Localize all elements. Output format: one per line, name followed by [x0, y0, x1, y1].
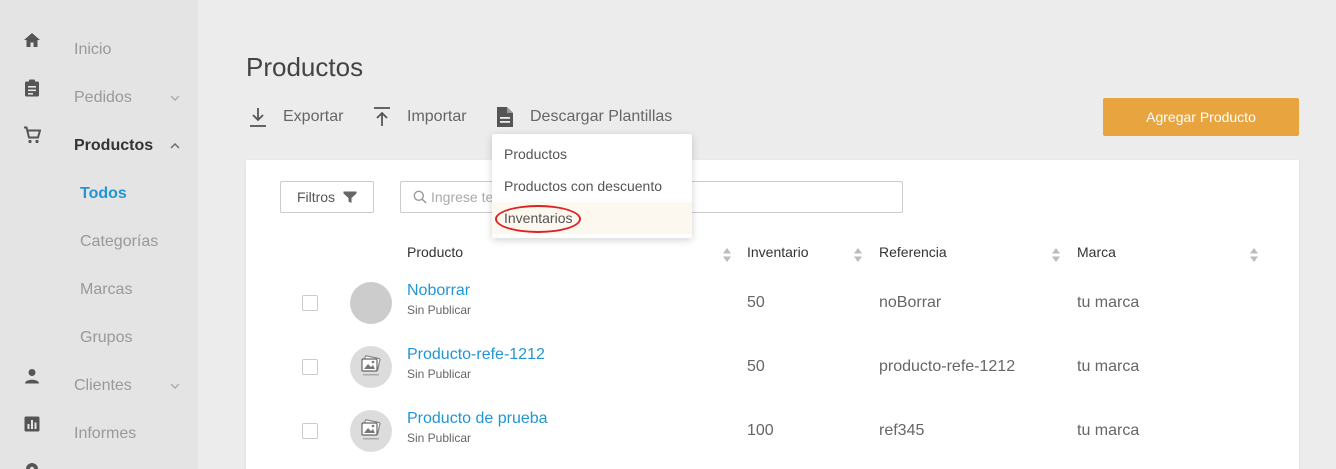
product-name-link[interactable]: Producto de prueba	[407, 410, 548, 428]
product-status: Sin Publicar	[407, 431, 472, 445]
product-thumbnail	[350, 282, 392, 324]
sidebar-item-informes[interactable]: Informes	[0, 404, 198, 444]
table-row: Noborrar Sin Publicar 50 noBorrar tu mar…	[246, 271, 1299, 335]
filters-button[interactable]: Filtros	[280, 181, 374, 213]
brand-cell: tu marca	[1077, 422, 1140, 439]
add-product-button[interactable]: Agregar Producto	[1103, 98, 1299, 136]
report-icon	[22, 414, 42, 434]
sidebar-item-pedidos[interactable]: Pedidos	[0, 68, 198, 108]
inventory-cell: 50	[747, 358, 765, 375]
download-templates-label: Descargar Plantillas	[530, 108, 673, 125]
brand-cell: tu marca	[1077, 358, 1140, 375]
import-button[interactable]: Importar	[371, 104, 467, 130]
product-name-link[interactable]: Noborrar	[407, 282, 470, 300]
sidebar: Inicio Pedidos Productos Todos Categoría…	[0, 0, 198, 469]
sidebar-subitem-todos[interactable]: Todos	[80, 185, 127, 203]
import-label: Importar	[407, 108, 467, 125]
sort-icon[interactable]	[722, 247, 732, 263]
sidebar-item-label: Informes	[74, 425, 137, 442]
sidebar-subitem-grupos[interactable]: Grupos	[80, 329, 132, 347]
sidebar-item-label: Pedidos	[74, 89, 132, 106]
chevron-down-icon	[168, 91, 182, 105]
brand-cell: tu marca	[1077, 294, 1140, 311]
sidebar-item-label: Productos	[74, 137, 154, 154]
sort-icon[interactable]	[853, 247, 863, 263]
product-name-link[interactable]: Producto-refe-1212	[407, 346, 545, 364]
document-icon	[494, 105, 516, 129]
sidebar-item-productos[interactable]: Productos	[0, 116, 198, 156]
reference-cell: noBorrar	[879, 294, 942, 311]
sidebar-subitem-categorias[interactable]: Categorías	[80, 233, 158, 251]
column-header-inventario[interactable]: Inventario	[747, 244, 808, 260]
home-icon	[22, 30, 42, 50]
chevron-down-icon	[168, 379, 182, 393]
clipboard-icon	[22, 78, 42, 98]
row-checkbox[interactable]	[302, 423, 318, 439]
sidebar-item-label: Clientes	[74, 377, 132, 394]
row-checkbox[interactable]	[302, 295, 318, 311]
product-status: Sin Publicar	[407, 303, 472, 317]
column-header-marca[interactable]: Marca	[1077, 244, 1116, 260]
image-placeholder-icon	[350, 346, 392, 388]
reference-cell: producto-refe-1212	[879, 358, 1016, 375]
download-templates-button[interactable]: Descargar Plantillas	[494, 104, 672, 130]
column-header-producto[interactable]: Producto	[407, 244, 463, 260]
person-icon	[22, 366, 42, 386]
menu-item-productos-con-descuento[interactable]: Productos con descuento	[492, 170, 692, 202]
menu-item-inventarios[interactable]: Inventarios	[492, 202, 692, 234]
sort-icon[interactable]	[1051, 247, 1061, 263]
products-card: Filtros Producto Inventario Referencia M…	[246, 160, 1299, 469]
row-checkbox[interactable]	[302, 359, 318, 375]
reference-cell: ref345	[879, 422, 925, 439]
sort-icon[interactable]	[1249, 247, 1259, 263]
sidebar-subitem-marcas[interactable]: Marcas	[80, 281, 132, 299]
menu-item-productos[interactable]: Productos	[492, 138, 692, 170]
product-status: Sin Publicar	[407, 367, 472, 381]
sidebar-item-inicio[interactable]: Inicio	[0, 20, 198, 60]
templates-dropdown-menu: Productos Productos con descuento Invent…	[492, 134, 692, 238]
sidebar-item-clientes[interactable]: Clientes	[0, 356, 198, 396]
cart-icon	[22, 125, 42, 145]
download-icon	[247, 105, 269, 129]
table-row: Producto-refe-1212 Sin Publicar 50 produ…	[246, 335, 1299, 399]
filter-icon	[343, 191, 357, 203]
chevron-up-icon	[168, 139, 182, 153]
column-header-referencia[interactable]: Referencia	[879, 244, 947, 260]
search-icon	[413, 190, 427, 204]
upload-icon	[371, 105, 393, 129]
image-placeholder-icon	[350, 410, 392, 452]
table-row: Producto de prueba Sin Publicar 100 ref3…	[246, 399, 1299, 463]
filters-label: Filtros	[296, 189, 336, 205]
export-label: Exportar	[283, 108, 344, 125]
settings-icon[interactable]	[24, 461, 40, 469]
page-title: Productos	[246, 52, 364, 82]
inventory-cell: 50	[747, 294, 765, 311]
inventory-cell: 100	[747, 422, 774, 439]
export-button[interactable]: Exportar	[247, 104, 343, 130]
sidebar-item-label: Inicio	[74, 41, 112, 58]
